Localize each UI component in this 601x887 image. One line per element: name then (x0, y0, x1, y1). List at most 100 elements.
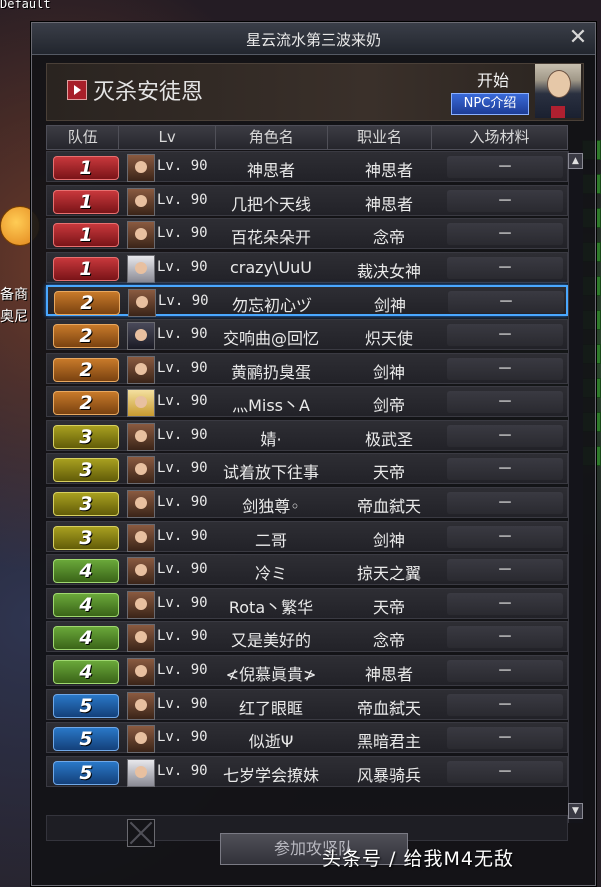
raid-target-name: 灭杀安徒恩 (93, 80, 204, 105)
member-name: 灬Miss丶A (232, 396, 310, 415)
character-avatar-icon (128, 289, 156, 317)
member-level: Lv. 90 (157, 427, 208, 443)
member-job: 神思者 (364, 665, 413, 684)
member-job: 裁决女神 (356, 262, 421, 281)
entry-material: － (447, 694, 563, 716)
entry-material: － (447, 660, 563, 682)
col-team: 队伍 (47, 126, 120, 149)
member-name: 又是美好的 (230, 631, 311, 650)
empty-slot-icon (127, 819, 155, 847)
member-row[interactable]: 1 Lv. 90 神思者 神思者 － (46, 151, 568, 182)
member-level: Lv. 90 (157, 528, 208, 544)
entry-material: － (447, 626, 563, 648)
member-job: 剑帝 (372, 396, 405, 415)
team-badge: 1 (53, 223, 119, 247)
character-avatar-icon (127, 591, 155, 619)
character-avatar-icon (127, 759, 155, 787)
member-name: 试着放下往事 (222, 463, 319, 482)
member-name: 冷ミ (254, 564, 287, 583)
scrollbar-track[interactable] (568, 151, 583, 823)
member-row[interactable]: 5 Lv. 90 似逝Ψ 黑暗君主 － (46, 722, 568, 753)
team-badge: 4 (53, 660, 119, 684)
team-badge: 3 (53, 425, 119, 449)
team-badge: 2 (53, 358, 119, 382)
member-row[interactable]: 4 Lv. 90 Rota丶繁华 天帝 － (46, 588, 568, 619)
member-name: 二哥 (254, 531, 287, 550)
member-job: 炽天使 (364, 329, 413, 348)
member-name: crazy\UuU (230, 258, 312, 277)
entry-material: － (447, 593, 563, 615)
dialog-titlebar[interactable]: 星云流水第三波来奶 ✕ (32, 23, 595, 55)
member-row[interactable]: 2 Lv. 90 黄鹂扔臭蛋 剑神 － (46, 353, 568, 384)
member-job: 掠天之翼 (356, 564, 421, 583)
raid-header-panel: 灭杀安徒恩 开始 NPC介绍 (46, 63, 584, 121)
dialog-title: 星云流水第三波来奶 (245, 31, 381, 49)
entry-material: － (447, 425, 563, 447)
character-avatar-icon (127, 255, 155, 283)
member-row[interactable]: 4 Lv. 90 又是美好的 念帝 － (46, 621, 568, 652)
entry-material: － (447, 727, 563, 749)
member-row[interactable]: 3 Lv. 90 剑独尊◦ 帝血弑天 － (46, 487, 568, 518)
col-job-name: 职业名 (328, 126, 433, 149)
member-row[interactable]: 4 Lv. 90 ≮倪慕眞貴≯ 神思者 － (46, 655, 568, 686)
member-row[interactable]: 2 Lv. 90 勿忘初心ヅ 剑神 － (46, 285, 568, 317)
member-row[interactable]: 2 Lv. 90 交响曲@回忆 炽天使 － (46, 319, 568, 350)
entry-material: － (447, 492, 563, 514)
entry-material: － (448, 291, 564, 313)
member-job: 剑神 (372, 531, 405, 550)
team-badge: 5 (53, 727, 119, 751)
member-name: 百花朵朵开 (230, 228, 311, 247)
member-name: 交响曲@回忆 (222, 329, 319, 348)
character-avatar-icon (127, 389, 155, 417)
member-row[interactable]: 5 Lv. 90 红了眼眶 帝血弑天 － (46, 689, 568, 720)
member-row[interactable]: 1 Lv. 90 crazy\UuU 裁决女神 － (46, 252, 568, 283)
entry-material: － (447, 391, 563, 413)
entry-material: － (447, 526, 563, 548)
side-npc-label-2: 奥尼 (0, 309, 28, 325)
character-avatar-icon (127, 322, 155, 350)
member-row[interactable]: 1 Lv. 90 几把个天线 神思者 － (46, 185, 568, 216)
member-job: 神思者 (364, 195, 413, 214)
member-row[interactable]: 3 Lv. 90 婧· 极武圣 － (46, 420, 568, 451)
member-level: Lv. 90 (157, 192, 208, 208)
scroll-down-button[interactable]: ▼ (568, 803, 583, 819)
entry-material: － (447, 559, 563, 581)
member-name: 剑独尊◦ (242, 497, 300, 516)
member-row[interactable]: 1 Lv. 90 百花朵朵开 念帝 － (46, 218, 568, 249)
team-badge: 2 (53, 324, 119, 348)
member-row[interactable]: 5 Lv. 90 七岁学会撩妹 风暴骑兵 － (46, 756, 568, 787)
member-level: Lv. 90 (157, 561, 208, 577)
character-avatar-icon (127, 154, 155, 182)
member-row[interactable]: 3 Lv. 90 试着放下往事 天帝 － (46, 453, 568, 484)
team-badge: 5 (53, 761, 119, 785)
watermark-text: 头条号 / 给我M4无敌 (322, 848, 514, 870)
npc-intro-button[interactable]: NPC介绍 (451, 93, 529, 115)
close-button[interactable]: ✕ (567, 27, 589, 49)
member-job: 帝血弑天 (356, 497, 421, 516)
member-level: Lv. 90 (157, 763, 208, 779)
member-level: Lv. 90 (157, 628, 208, 644)
member-row[interactable]: 4 Lv. 90 冷ミ 掠天之翼 － (46, 554, 568, 585)
entry-material: － (447, 324, 563, 346)
member-name: 黄鹂扔臭蛋 (230, 363, 311, 382)
team-badge: 3 (53, 526, 119, 550)
member-name: 勿忘初心ヅ (231, 296, 312, 315)
character-avatar-icon (127, 692, 155, 720)
character-avatar-icon (127, 658, 155, 686)
team-badge: 5 (53, 694, 119, 718)
team-badge: 4 (53, 626, 119, 650)
team-badge: 1 (53, 156, 119, 180)
member-job: 天帝 (372, 463, 405, 482)
member-level: Lv. 90 (157, 696, 208, 712)
member-name: 几把个天线 (230, 195, 311, 214)
character-avatar-icon (127, 490, 155, 518)
team-badge: 3 (53, 458, 119, 482)
scroll-up-button[interactable]: ▲ (568, 153, 583, 169)
npc-portrait (535, 64, 581, 118)
play-arrow-icon (67, 80, 87, 100)
character-avatar-icon (127, 356, 155, 384)
member-row[interactable]: 3 Lv. 90 二哥 剑神 － (46, 521, 568, 552)
character-avatar-icon (127, 557, 155, 585)
member-row[interactable]: 2 Lv. 90 灬Miss丶A 剑帝 － (46, 386, 568, 417)
member-level: Lv. 90 (157, 259, 208, 275)
